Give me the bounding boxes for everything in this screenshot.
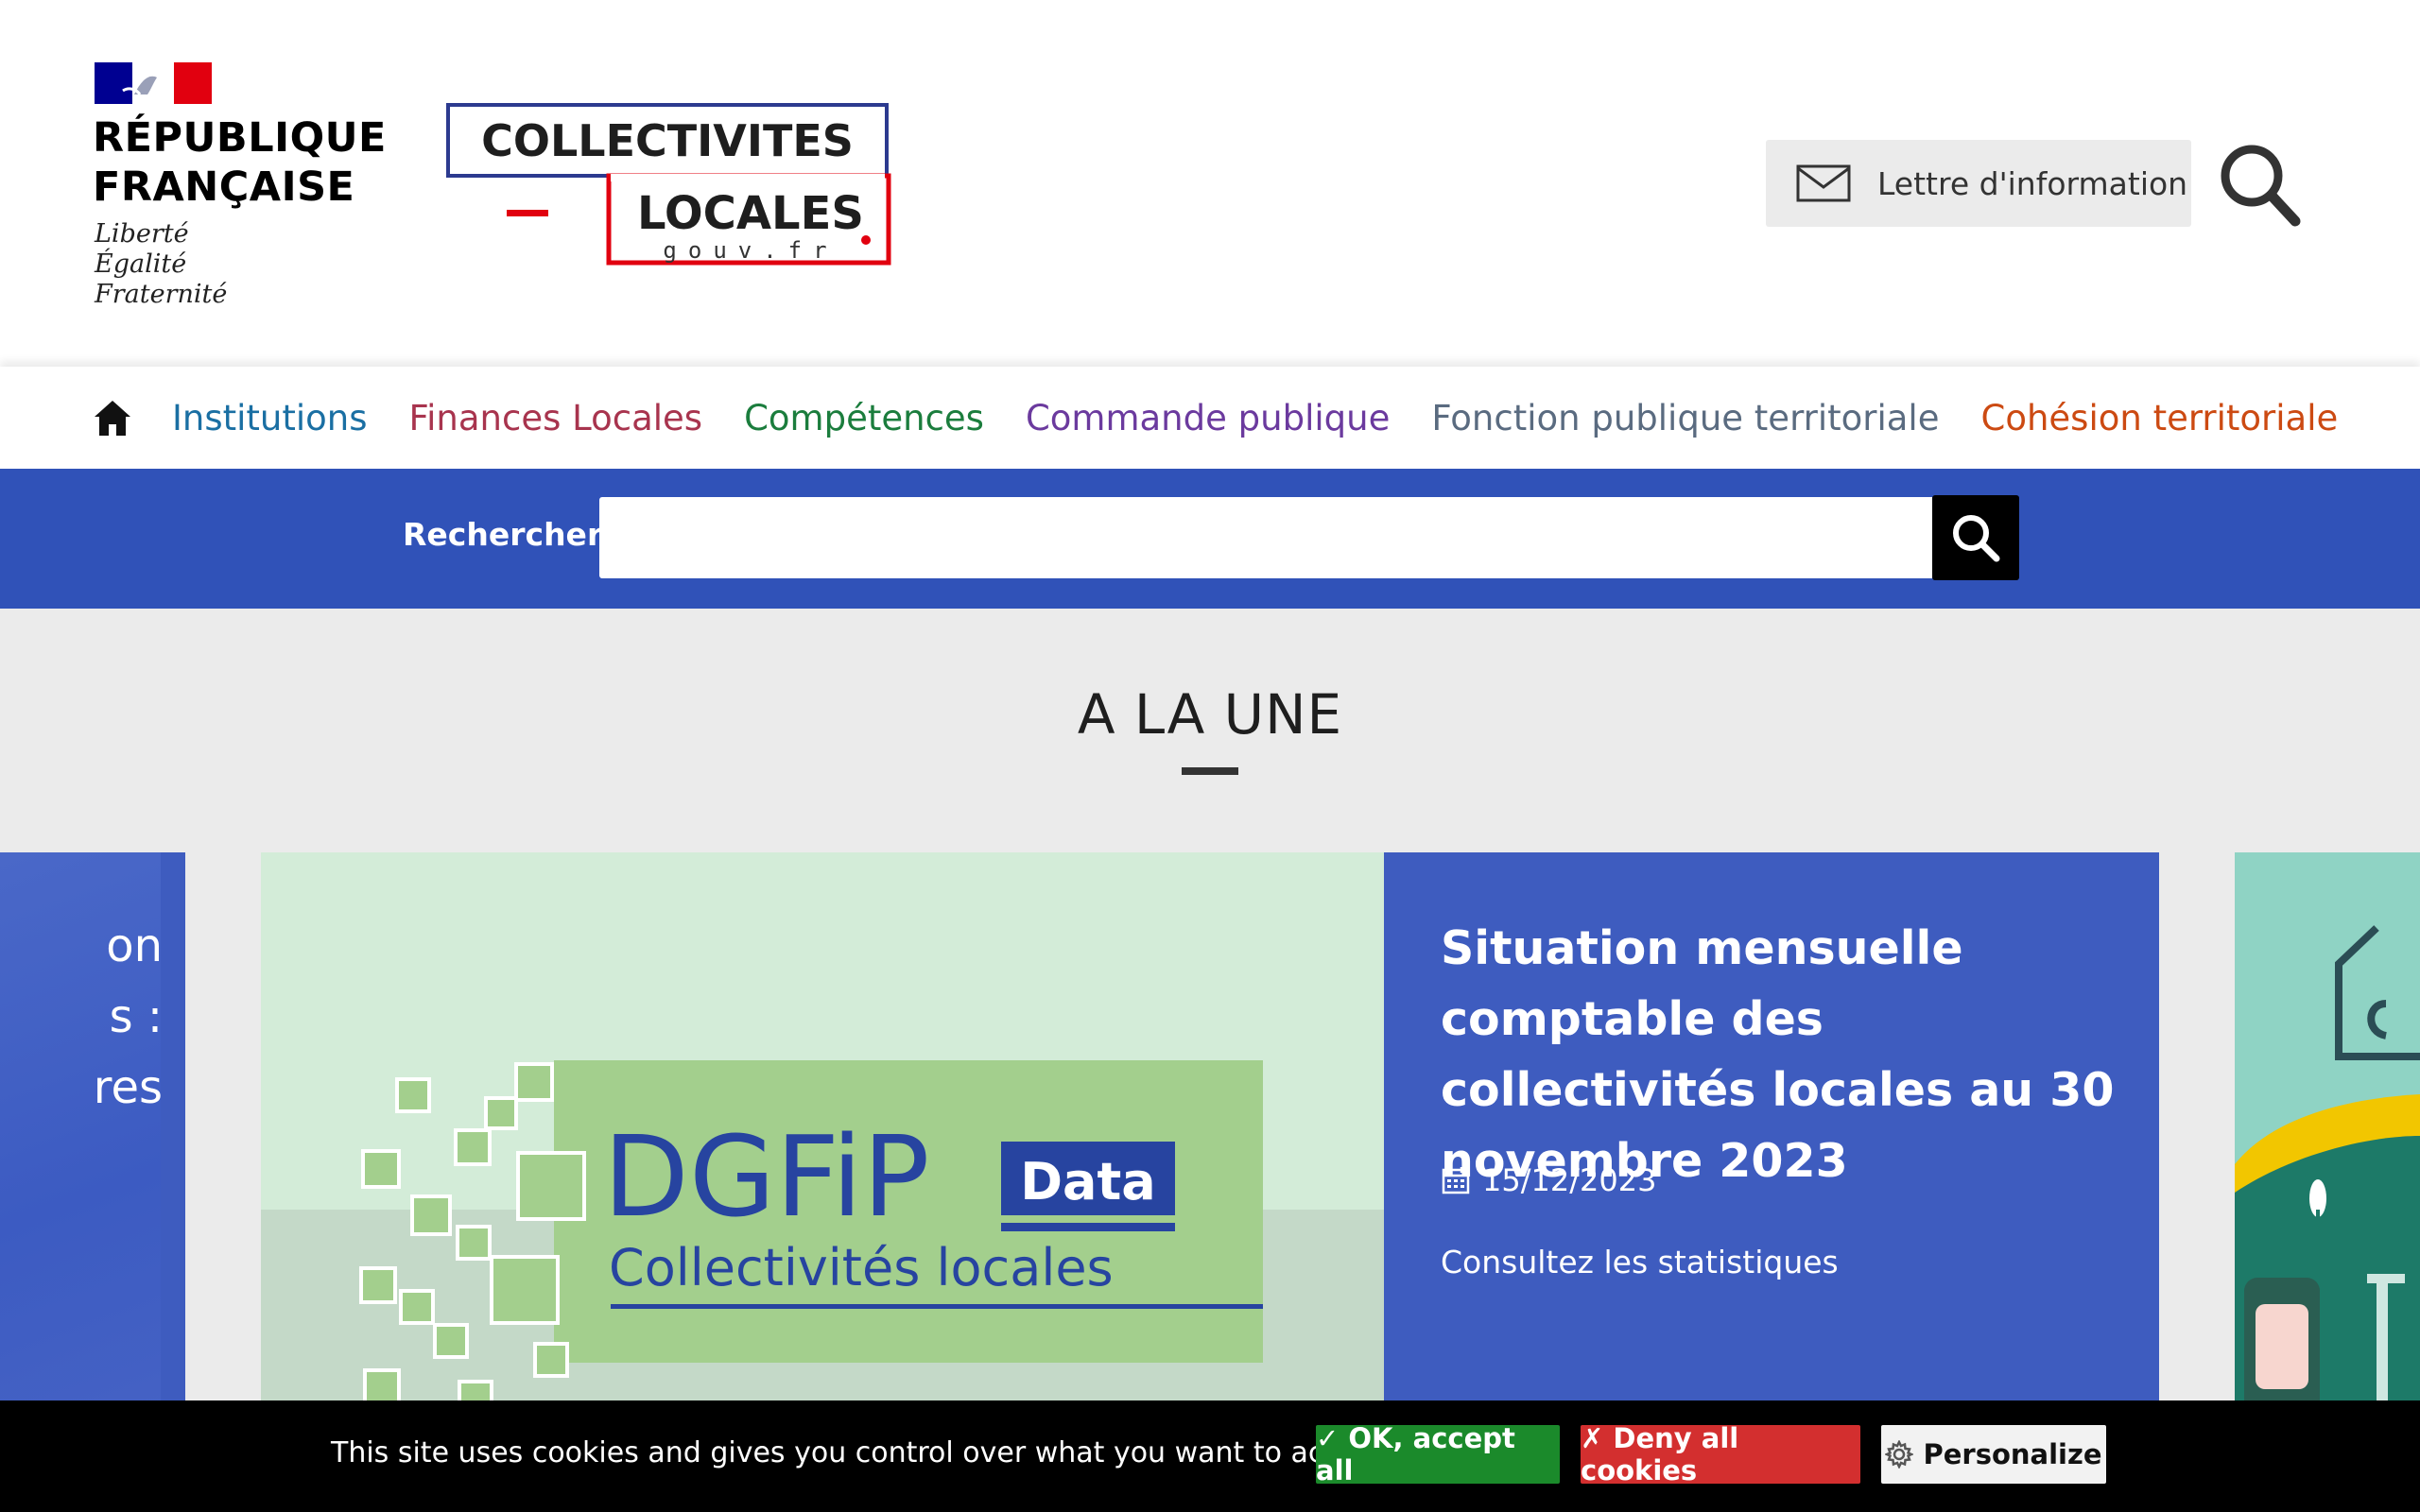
republic-motto: Liberté Égalité Fraternité	[95, 219, 228, 309]
nav-item-commande-publique[interactable]: Commande publique	[1026, 398, 1390, 438]
card-title-fragment: on s : res	[93, 919, 163, 1114]
gear-icon	[1885, 1440, 1914, 1469]
nav-item-institutions[interactable]: Institutions	[172, 398, 368, 438]
svg-text:Collectivités locales: Collectivités locales	[609, 1238, 1114, 1297]
cookie-message: This site uses cookies and gives you con…	[331, 1436, 1406, 1469]
card-date: 15/12/2023	[1441, 1162, 1656, 1198]
personalize-label: Personalize	[1923, 1438, 2102, 1470]
nav-item-finances-locales[interactable]: Finances Locales	[409, 398, 703, 438]
svg-text:Data: Data	[1020, 1152, 1156, 1211]
accept-all-cookies-button[interactable]: ✓ OK, accept all	[1316, 1422, 1560, 1486]
calendar-icon	[1442, 1167, 1470, 1194]
main-navigation: Institutions Finances Locales Compétence…	[0, 367, 2420, 469]
marianne-logo	[95, 62, 212, 104]
personalize-cookies-button[interactable]: Personalize	[1881, 1425, 2106, 1484]
republique-francaise-label: RÉPUBLIQUE FRANÇAISE	[93, 114, 387, 211]
cookie-consent-bar: This site uses cookies and gives you con…	[0, 1400, 2420, 1512]
svg-text:DGFiP: DGFiP	[603, 1111, 930, 1242]
svg-text:LOCALES: LOCALES	[637, 187, 864, 240]
site-header: RÉPUBLIQUE FRANÇAISE Liberté Égalité Fra…	[0, 0, 2420, 367]
search-input[interactable]	[599, 497, 1932, 578]
card-title[interactable]: Situation mensuelle comptable des collec…	[1441, 913, 2121, 1196]
svg-text:gouv.fr: gouv.fr	[663, 237, 838, 264]
carousel-card-next[interactable]	[2235, 852, 2420, 1419]
card-image: DGFiP Data Collectivités locales	[261, 852, 1384, 1419]
svg-text:COLLECTIVITES: COLLECTIVITES	[481, 115, 854, 166]
nav-item-fonction-publique-territoriale[interactable]: Fonction publique territoriale	[1431, 398, 1939, 438]
newsletter-button[interactable]: Lettre d'information	[1766, 140, 2191, 227]
dgfip-data-illustration: DGFiP Data Collectivités locales	[261, 1060, 1384, 1419]
search-icon[interactable]	[2218, 142, 2301, 227]
carousel-card-current[interactable]: DGFiP Data Collectivités locales Situati…	[261, 852, 2159, 1419]
search-icon	[1953, 515, 2000, 562]
card-illustration	[2235, 925, 2420, 1419]
newsletter-label: Lettre d'information	[1877, 164, 2188, 202]
search-label: Rechercher	[403, 516, 603, 553]
card-link[interactable]: Consultez les statistiques	[1441, 1244, 1839, 1280]
section-title: A LA UNE	[1077, 682, 1343, 747]
collectivites-locales-logo[interactable]: COLLECTIVITES LOCALES gouv.fr	[446, 102, 894, 268]
card-date-value: 15/12/2023	[1482, 1162, 1657, 1198]
nav-item-competences[interactable]: Compétences	[744, 398, 984, 438]
carousel-card-previous[interactable]: on s : res	[0, 852, 185, 1419]
home-icon[interactable]	[93, 398, 132, 438]
title-underline	[1182, 767, 1238, 775]
deny-all-cookies-button[interactable]: ✗ Deny all cookies	[1581, 1422, 1860, 1486]
envelope-icon	[1796, 164, 1851, 202]
search-submit-button[interactable]	[1932, 495, 2019, 580]
search-band: Rechercher	[0, 469, 2420, 609]
nav-item-cohesion-territoriale[interactable]: Cohésion territoriale	[1980, 398, 2338, 438]
card-content-panel: Situation mensuelle comptable des collec…	[1384, 852, 2159, 1419]
